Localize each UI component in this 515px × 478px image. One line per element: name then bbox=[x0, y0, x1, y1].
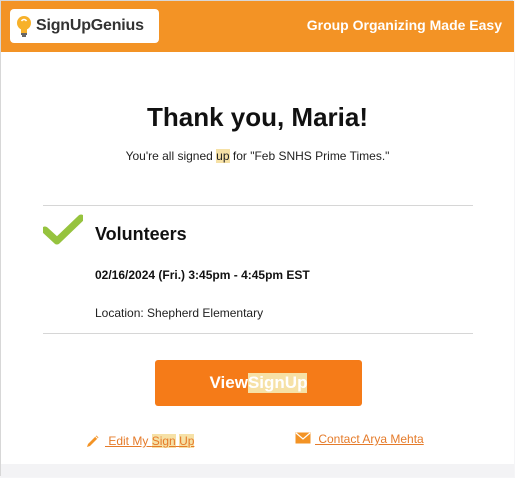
tagline: Group Organizing Made Easy bbox=[306, 17, 502, 33]
top-divider bbox=[43, 205, 473, 206]
view-button-highlight-sign: Sign bbox=[247, 373, 285, 393]
footer-spacer bbox=[1, 464, 514, 477]
subtitle-highlight: up bbox=[216, 149, 230, 163]
slot-title: Volunteers bbox=[95, 224, 187, 244]
edit-link-highlight-up: Up bbox=[179, 434, 195, 448]
brand-name: SignUpGenius bbox=[36, 17, 144, 34]
contact-link-text: Contact Arya Mehta bbox=[315, 432, 424, 446]
view-button-prefix: View bbox=[209, 373, 248, 392]
lightbulb-icon bbox=[17, 15, 31, 37]
subtitle-before: You're all signed bbox=[125, 149, 217, 163]
view-button-highlight-up: Up bbox=[284, 373, 308, 393]
view-sign-up-button[interactable]: View Sign Up bbox=[155, 360, 362, 406]
thank-you-title: Thank you, Maria! bbox=[146, 102, 369, 132]
pencil-icon bbox=[87, 435, 99, 447]
checkmark-icon bbox=[43, 214, 83, 245]
signup-confirmation-message: You're all signed up for "Feb SNHS Prime… bbox=[1, 149, 514, 163]
envelope-icon bbox=[295, 432, 311, 444]
bottom-divider bbox=[43, 333, 473, 334]
slot-location: Location: Shepherd Elementary bbox=[95, 306, 264, 320]
edit-my-sign-up-link[interactable]: Edit My Sign Up bbox=[85, 432, 195, 448]
header-banner: SignUpGenius Group Organizing Made Easy bbox=[1, 1, 514, 52]
slot-datetime: 02/16/2024 (Fri.) 3:45pm - 4:45pm EST bbox=[95, 268, 310, 282]
subtitle-after: for "Feb SNHS Prime Times." bbox=[229, 149, 390, 163]
confirmation-card: Thank you, Maria! You're all signed up f… bbox=[1, 52, 514, 464]
edit-link-highlight-sign: Sign bbox=[151, 434, 176, 448]
edit-link-prefix: Edit My bbox=[105, 434, 152, 448]
contact-organizer-link[interactable]: Contact Arya Mehta bbox=[295, 432, 424, 446]
email-confirmation-frame: SignUpGenius Group Organizing Made Easy … bbox=[0, 0, 514, 477]
signupgenius-logo[interactable]: SignUpGenius bbox=[10, 9, 159, 43]
